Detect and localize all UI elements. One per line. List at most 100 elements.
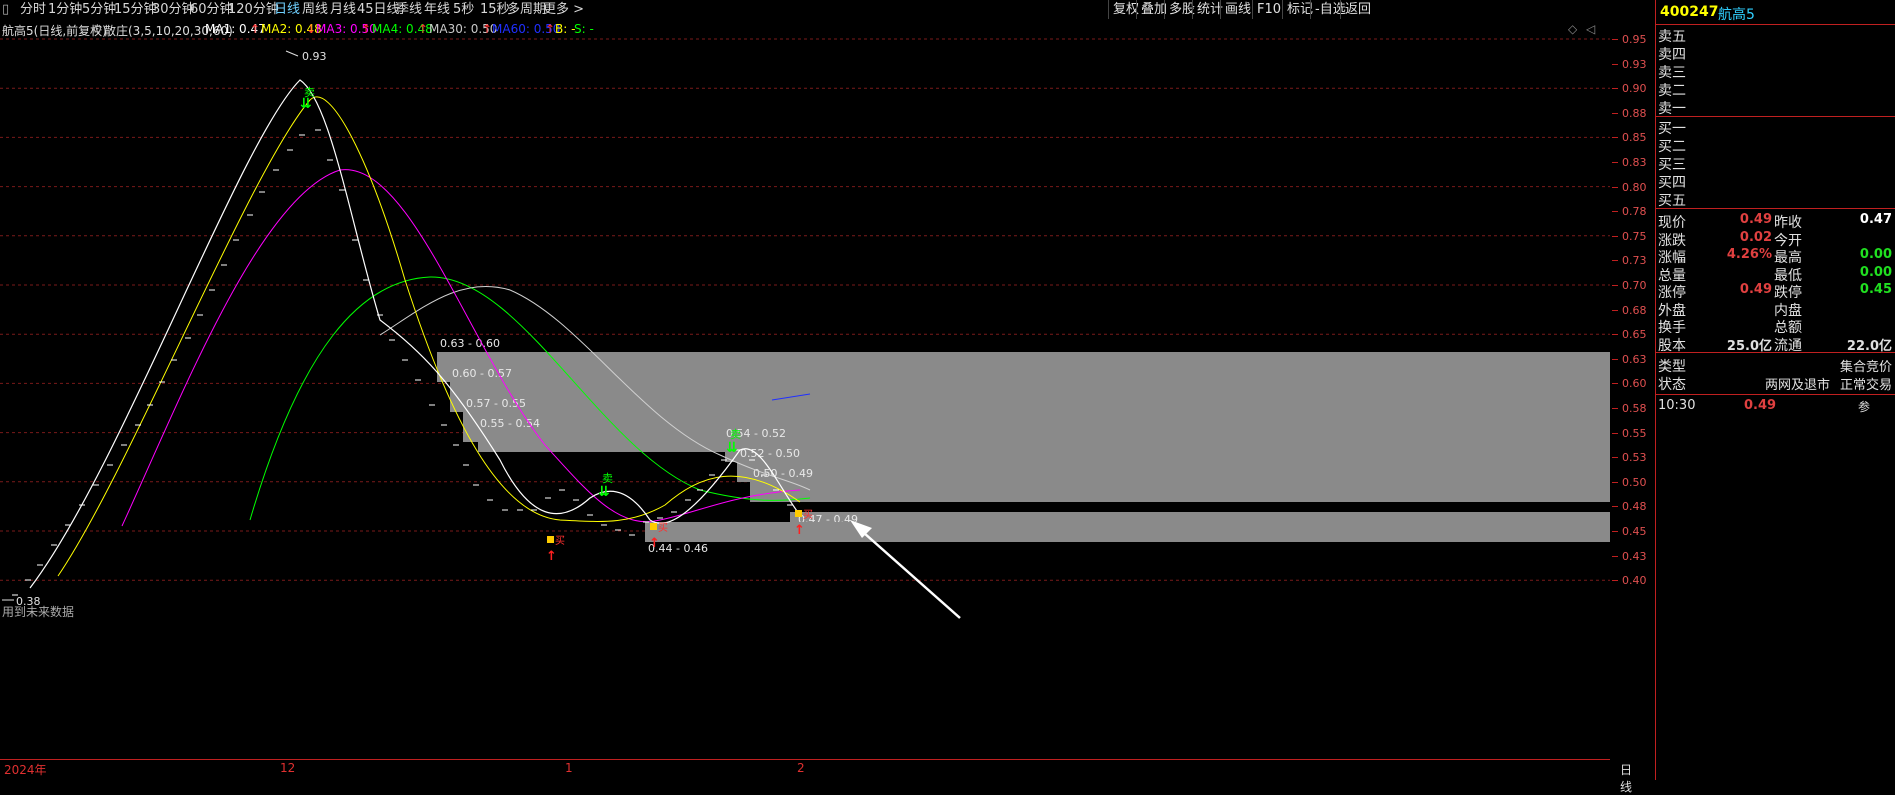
period-tab[interactable]: 1分钟	[48, 2, 82, 18]
book-level-label: 买二	[1658, 139, 1686, 155]
period-tab[interactable]: 周线	[302, 2, 328, 18]
price-axis-label: 0.43	[1622, 549, 1647, 563]
book-level-label: 卖四	[1658, 47, 1686, 63]
quote-stat-row: 外盘 内盘	[1656, 300, 1895, 319]
price-zone-label: 0.63 - 0.60	[440, 337, 500, 350]
book-level-label: 卖二	[1658, 83, 1686, 99]
axis-tick	[1612, 260, 1618, 262]
menu-icon[interactable]: ▯	[2, 2, 9, 18]
svg-text:买: 买	[555, 535, 565, 547]
sell-signal-marker: 卖 ⇊	[300, 86, 315, 112]
quote-stat-row: 涨幅 4.26% 最高 0.00	[1656, 247, 1895, 266]
period-tab[interactable]: 30分钟	[152, 2, 195, 18]
period-tab[interactable]: 60分钟	[190, 2, 233, 18]
svg-text:↑: ↑	[546, 549, 557, 564]
price-axis-label: 0.70	[1622, 279, 1647, 292]
svg-text:⇊: ⇊	[300, 96, 312, 112]
price-zone-label: 0.57 - 0.55	[466, 397, 526, 410]
period-tab[interactable]: 分时	[20, 2, 46, 18]
book-level-label: 买四	[1658, 175, 1686, 191]
price-axis-label: 0.80	[1622, 180, 1647, 194]
type-value: 集合竞价	[1839, 360, 1892, 375]
axis-tick	[1612, 408, 1618, 409]
stock-code: 400247	[1660, 4, 1719, 20]
price-axis-label: 0.65	[1622, 328, 1647, 342]
period-tab[interactable]: 多周期	[507, 2, 546, 18]
back-button[interactable]: 返回	[1340, 0, 1375, 19]
period-tab[interactable]: 45日线	[357, 2, 400, 18]
axis-tick	[1612, 383, 1618, 385]
period-tab[interactable]: 15秒	[480, 2, 510, 18]
axis-tick	[1612, 63, 1618, 65]
bid-level-row: 买二	[1656, 136, 1895, 155]
type-label: 类型	[1658, 359, 1686, 375]
axis-tick	[1612, 235, 1618, 237]
price-axis-label: 0.88	[1622, 106, 1647, 120]
period-tab[interactable]: 月线	[330, 2, 356, 18]
svg-text:⇊: ⇊	[598, 484, 610, 500]
book-level-label: 买三	[1658, 157, 1686, 173]
price-zone-box	[737, 462, 1610, 482]
price-zone-box	[463, 412, 1610, 442]
quote-stat-row: 涨停 0.49 跌停 0.45	[1656, 282, 1895, 301]
high-price-label: 0.93	[302, 50, 327, 63]
period-tab[interactable]: 15分钟	[114, 2, 157, 18]
quote-stat-value: 0.45	[1859, 282, 1892, 297]
period-tab[interactable]: 5分钟	[82, 2, 116, 18]
sell-signal-marker: 卖 ⇊	[598, 472, 613, 500]
price-axis-label: 0.95	[1622, 33, 1647, 46]
quote-stat-value: 22.0亿	[1846, 338, 1892, 354]
price-zone-box	[437, 352, 1610, 382]
period-tab[interactable]: 季线	[396, 2, 422, 18]
quote-stat-value: 0.49	[1739, 282, 1772, 297]
price-axis-label: 0.68	[1622, 303, 1647, 317]
axis-tick	[1612, 112, 1618, 114]
draw-line-button[interactable]: 画线	[1220, 0, 1255, 19]
price-zone-box	[450, 382, 1610, 412]
quote-stat-value: 25.0亿	[1726, 338, 1772, 354]
axis-tick	[1612, 358, 1618, 360]
period-tab[interactable]: 年线	[424, 2, 450, 18]
price-axis-label: 0.78	[1622, 205, 1647, 219]
axis-tick	[1612, 432, 1618, 434]
axis-tick	[1612, 580, 1618, 582]
bid-level-row: 买一	[1656, 118, 1895, 137]
book-level-label: 买五	[1658, 193, 1686, 209]
book-level-label: 卖三	[1658, 65, 1686, 81]
price-axis-label: 0.45	[1622, 525, 1647, 538]
candlestick-chart[interactable]: 0.63 - 0.60 0.60 - 0.57 0.57 - 0.55 0.55 - …	[0, 20, 1610, 760]
axis-tick	[1612, 162, 1618, 163]
price-axis-label: 0.83	[1622, 156, 1647, 169]
period-tab[interactable]: 120分钟	[228, 2, 279, 18]
price-axis-label: 0.63	[1622, 352, 1647, 366]
tick-time: 10:30	[1658, 398, 1696, 413]
axis-tick	[1612, 39, 1618, 40]
ma-yellow-line	[57, 96, 801, 577]
price-axis-label: 0.75	[1622, 229, 1647, 243]
more-periods-button[interactable]: 更多 >	[543, 2, 584, 18]
bid-level-row: 买三	[1656, 154, 1895, 173]
quote-stat-row: 换手 总额	[1656, 317, 1895, 336]
price-axis-label: 0.50	[1622, 475, 1647, 489]
svg-text:买: 买	[803, 509, 813, 521]
price-zone-box	[725, 442, 1610, 462]
period-indicator[interactable]: 日线	[1620, 761, 1632, 795]
ask-level-row: 卖二	[1656, 80, 1895, 99]
price-axis-label: 0.55	[1622, 426, 1647, 440]
book-level-label: 卖五	[1658, 29, 1686, 45]
quote-stat-row: 涨跌 0.02 今开	[1656, 230, 1895, 249]
bid-level-row: 买五	[1656, 190, 1895, 209]
quote-stat-value: 0.47	[1859, 212, 1892, 227]
axis-tick	[1612, 481, 1618, 483]
stock-name: 航高5	[1718, 7, 1755, 23]
price-axis-label: 0.93	[1622, 57, 1647, 71]
time-label-month: 2	[797, 761, 805, 775]
f10-button[interactable]: F10	[1252, 0, 1285, 19]
axis-tick	[1612, 506, 1618, 508]
price-axis-label: 0.48	[1622, 500, 1647, 514]
svg-text:买: 买	[658, 522, 668, 534]
period-tab-active[interactable]: 日线	[274, 2, 300, 18]
state-value-market: 两网及退市	[1764, 378, 1830, 393]
future-data-note: 用到未来数据	[2, 604, 74, 619]
period-tab[interactable]: 5秒	[453, 2, 474, 18]
